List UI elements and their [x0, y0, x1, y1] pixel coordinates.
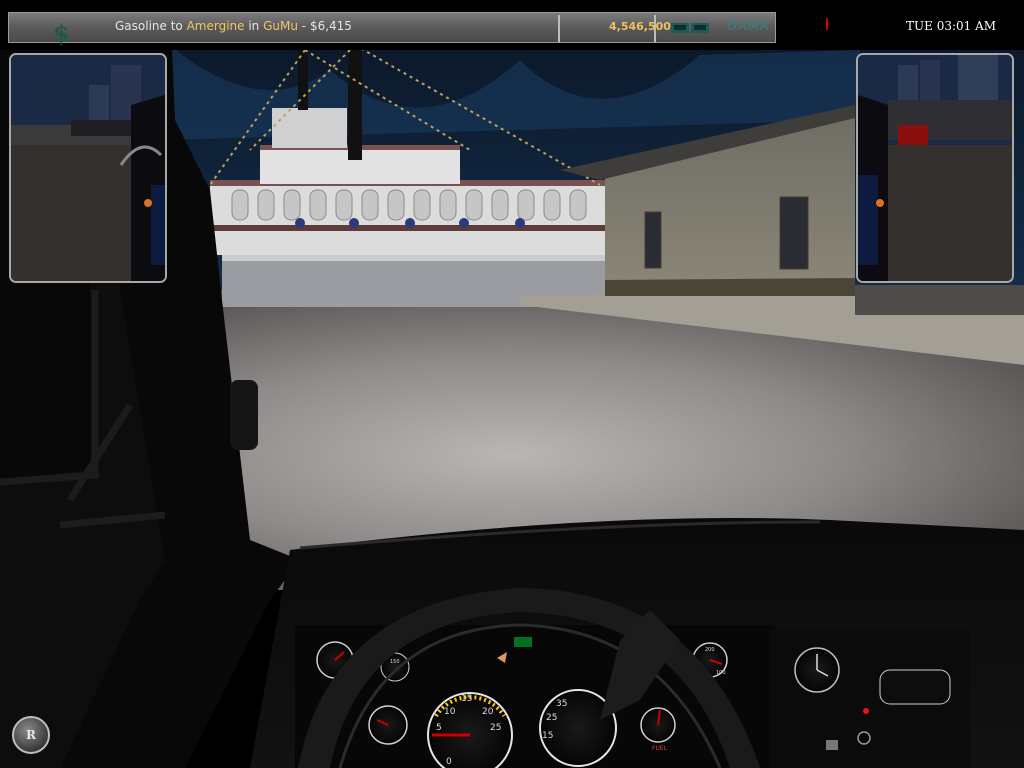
speed-tick-5: 5: [436, 723, 442, 733]
speed-tick-20: 20: [482, 707, 494, 717]
right-mirror-view: [858, 55, 1012, 281]
indicator-light-icon: [514, 637, 532, 647]
fuel-label: FUEL: [652, 745, 668, 752]
job-status-bar: $ Gasoline to Amergine in GuMu - $6,415 …: [8, 12, 776, 48]
alert-indicator: [826, 18, 828, 30]
damage-label: DAMA: [727, 19, 770, 34]
air-gauge-tick-mid: 100: [716, 670, 726, 676]
r-button[interactable]: R: [12, 716, 50, 754]
truck-icon: [671, 23, 709, 33]
speed-tick-10: 10: [444, 707, 456, 717]
bank-balance: 4,546,500: [609, 20, 671, 33]
right-side-mirror: [856, 53, 1014, 283]
voltmeter: [879, 669, 951, 705]
tachometer: [539, 689, 617, 767]
money-icon: $: [53, 19, 70, 48]
tach-tick-35: 35: [556, 699, 567, 709]
tach-tick-25: 25: [546, 713, 557, 723]
tach-tick-15: 15: [542, 731, 553, 741]
job-destination: Amergine: [186, 19, 245, 33]
speed-tick-15: 15: [461, 694, 472, 704]
job-in: in: [244, 19, 264, 33]
hud-divider: [558, 15, 560, 42]
warning-light-icon: [863, 708, 869, 714]
temp-gauge-tick: 150: [390, 659, 400, 665]
job-payout: - $6,415: [297, 19, 352, 33]
game-clock: TUE 03:01 AM: [906, 19, 997, 33]
left-side-mirror: [9, 53, 167, 283]
air-gauge-tick-top: 200: [705, 647, 715, 653]
left-mirror-view: [11, 55, 165, 281]
speed-tick-0: 0: [446, 757, 452, 767]
current-job-text: Gasoline to Amergine in GuMu - $6,415: [115, 19, 352, 33]
speed-tick-25: 25: [490, 723, 501, 733]
job-city: GuMu: [263, 19, 298, 33]
switch-icon: [826, 740, 838, 750]
job-cargo: Gasoline to: [115, 19, 187, 33]
